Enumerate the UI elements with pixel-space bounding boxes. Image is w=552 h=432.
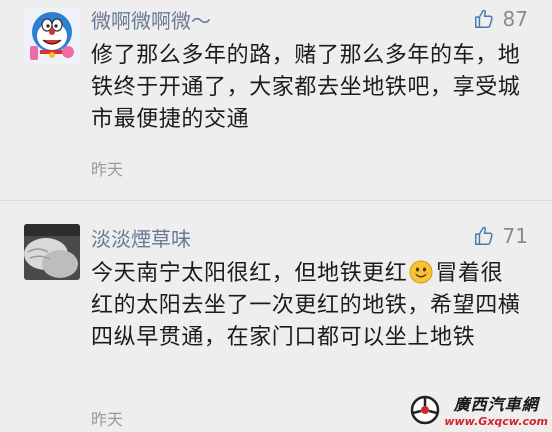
site-watermark: 廣西汽車網 www.Gxqcw.com — [410, 391, 548, 428]
like-button[interactable]: 87 — [473, 7, 528, 31]
like-count: 87 — [502, 7, 528, 31]
baby-hands-icon — [24, 224, 80, 280]
timestamp: 昨天 — [91, 160, 124, 179]
steering-wheel-icon — [411, 395, 440, 424]
comment-item: 微啊微啊微～ 87 修了那么多年的路，赌了那么多年的车，地铁终于开通了，大家都去… — [0, 0, 552, 192]
like-button[interactable]: 71 — [473, 224, 528, 248]
timestamp: 昨天 — [91, 410, 124, 429]
watermark-url: www.Gxqcw.com — [444, 415, 548, 428]
avatar[interactable] — [24, 8, 80, 64]
username[interactable]: 淡淡煙草味 — [91, 223, 191, 252]
like-count: 71 — [502, 224, 528, 248]
smile-emoji-icon — [409, 260, 433, 284]
comment-text: 今天南宁太阳很红，但地铁更红 冒着很红的太阳去坐了一次更红的地铁，希望四横四纵早贯… — [91, 258, 521, 354]
comment-text-part: 今天南宁太阳很红，但地铁更红 — [91, 261, 408, 286]
divider — [0, 200, 552, 201]
thumbs-up-icon — [474, 226, 493, 245]
doraemon-icon — [24, 8, 80, 64]
comment-text: 修了那么多年的路，赌了那么多年的车，地铁终于开通了，大家都去坐地铁吧，享受城市最… — [91, 43, 521, 132]
watermark-name: 廣西汽車網 — [453, 395, 539, 414]
avatar[interactable] — [24, 224, 80, 280]
username[interactable]: 微啊微啊微～ — [91, 5, 211, 34]
thumbs-up-icon — [474, 9, 493, 28]
